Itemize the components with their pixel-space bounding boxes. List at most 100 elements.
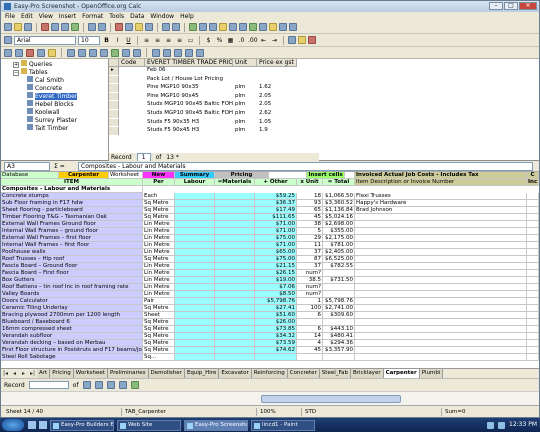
invoice-cell[interactable] bbox=[355, 235, 527, 242]
invoice-cell[interactable] bbox=[355, 326, 527, 333]
redo-icon[interactable] bbox=[172, 23, 180, 31]
other-cell[interactable]: $34.32 bbox=[255, 333, 297, 340]
invoice-cell[interactable] bbox=[355, 284, 527, 291]
grid-cell[interactable]: Studs F5 90x45 H3 bbox=[145, 127, 233, 135]
labour-cell[interactable] bbox=[175, 207, 215, 214]
other-cell[interactable]: $75.00 bbox=[255, 235, 297, 242]
decrease-indent-icon[interactable]: ⇤ bbox=[259, 36, 268, 45]
datasources-icon[interactable] bbox=[269, 23, 277, 31]
inc-cell[interactable] bbox=[527, 319, 539, 326]
other-cell[interactable] bbox=[255, 354, 297, 361]
sheet-tab[interactable]: Preliminaries bbox=[107, 369, 149, 378]
edit-file-icon[interactable] bbox=[41, 23, 49, 31]
total-cell[interactable] bbox=[323, 284, 355, 291]
invoice-cell[interactable] bbox=[355, 298, 527, 305]
labour-cell[interactable] bbox=[175, 235, 215, 242]
grid-cell[interactable] bbox=[119, 67, 145, 75]
draw-functions-icon[interactable] bbox=[229, 23, 237, 31]
item-cell[interactable]: Box Gutters bbox=[1, 277, 143, 284]
per-cell[interactable]: Lin Metre bbox=[143, 291, 175, 298]
grid-cell[interactable] bbox=[119, 76, 145, 84]
item-cell[interactable]: Concrete stumps bbox=[1, 193, 143, 200]
unit-cell[interactable] bbox=[297, 354, 323, 361]
total-cell[interactable]: $309.60 bbox=[323, 312, 355, 319]
name-box[interactable]: A3 bbox=[4, 161, 50, 171]
other-cell[interactable]: $51.60 bbox=[255, 312, 297, 319]
per-cell[interactable]: Lin Metre bbox=[143, 277, 175, 284]
standard-format-icon[interactable]: ▦ bbox=[226, 36, 235, 45]
item-cell[interactable]: Sub Floor framing in F17 hdw bbox=[1, 200, 143, 207]
tree-item-table[interactable]: Concrete bbox=[1, 84, 109, 92]
currency-format-icon[interactable]: $ bbox=[204, 36, 213, 45]
inc-cell[interactable] bbox=[527, 221, 539, 228]
invoice-cell[interactable] bbox=[355, 228, 527, 235]
menu-tools[interactable]: Tools bbox=[109, 13, 124, 20]
sheet-tab[interactable]: Pricing bbox=[50, 369, 74, 378]
per-cell[interactable]: Lin Metre bbox=[143, 235, 175, 242]
total-cell[interactable] bbox=[323, 270, 355, 277]
grid-cell[interactable] bbox=[233, 67, 257, 75]
total-cell[interactable] bbox=[323, 291, 355, 298]
invoice-cell[interactable] bbox=[355, 347, 527, 354]
unit-cell[interactable]: 18 bbox=[297, 193, 323, 200]
unit-cell[interactable]: 6 bbox=[297, 326, 323, 333]
inc-cell[interactable] bbox=[527, 326, 539, 333]
other-cell[interactable]: $26.00 bbox=[255, 319, 297, 326]
zoom-icon[interactable] bbox=[279, 23, 287, 31]
item-cell[interactable]: Internal Wall Frames – first floor bbox=[1, 242, 143, 249]
italic-icon[interactable]: I bbox=[113, 36, 122, 45]
item-cell[interactable]: Ceramic Tiling Underlay bbox=[1, 305, 143, 312]
db-sort-desc-icon[interactable] bbox=[100, 48, 108, 57]
total-cell[interactable]: $3,360.52 bbox=[323, 200, 355, 207]
grid-cell[interactable]: 1.05 bbox=[257, 119, 297, 127]
item-cell[interactable]: Bracing plywood 2700mm per 1200 length bbox=[1, 312, 143, 319]
minimize-button[interactable]: – bbox=[489, 2, 503, 10]
status-mode[interactable]: STD bbox=[301, 408, 316, 416]
grid-cell[interactable] bbox=[119, 119, 145, 127]
new-button[interactable]: New bbox=[143, 172, 175, 179]
menu-window[interactable]: Window bbox=[150, 13, 174, 20]
materials-cell[interactable] bbox=[215, 333, 255, 340]
item-cell[interactable]: Roof Battens – tin roof Inc in roof fram… bbox=[1, 284, 143, 291]
materials-cell[interactable] bbox=[215, 221, 255, 228]
invoice-cell[interactable] bbox=[355, 249, 527, 256]
other-cell[interactable]: $8.50 bbox=[255, 291, 297, 298]
grid-column-header[interactable]: Price ex gst bbox=[257, 59, 297, 67]
labour-cell[interactable] bbox=[175, 270, 215, 277]
db-find-icon[interactable] bbox=[78, 48, 86, 57]
other-cell[interactable]: $71.00 bbox=[255, 242, 297, 249]
menu-insert[interactable]: Insert bbox=[59, 13, 76, 20]
materials-cell[interactable] bbox=[215, 298, 255, 305]
volume-icon[interactable] bbox=[498, 421, 505, 429]
sheet-tab[interactable]: Bricklayer bbox=[351, 369, 384, 378]
total-cell[interactable]: $443.10 bbox=[323, 326, 355, 333]
db-data-to-text-icon[interactable] bbox=[152, 48, 160, 57]
quicklaunch-icon[interactable] bbox=[28, 421, 36, 429]
hyperlink-icon[interactable] bbox=[189, 23, 197, 31]
labour-cell[interactable] bbox=[175, 284, 215, 291]
per-cell[interactable]: Sq Metre bbox=[143, 214, 175, 221]
prev-sheet-icon[interactable]: ◂ bbox=[10, 370, 19, 378]
undo-icon[interactable] bbox=[162, 23, 170, 31]
labour-cell[interactable] bbox=[175, 298, 215, 305]
unit-cell[interactable]: 38 bbox=[297, 221, 323, 228]
grid-cell[interactable] bbox=[119, 101, 145, 109]
unit-cell[interactable]: 29 bbox=[297, 235, 323, 242]
materials-cell[interactable] bbox=[215, 340, 255, 347]
sheet-tab[interactable]: Carpenter bbox=[383, 369, 420, 378]
item-cell[interactable]: Fascia Board – First floor bbox=[1, 270, 143, 277]
other-cell[interactable]: $73.85 bbox=[255, 326, 297, 333]
form-first-record-icon[interactable] bbox=[82, 381, 91, 389]
per-cell[interactable]: Lin Metre bbox=[143, 284, 175, 291]
item-cell[interactable]: Verandah decking – based on Merbau bbox=[1, 340, 143, 347]
other-cell[interactable]: $5,798.76 bbox=[255, 298, 297, 305]
menu-help[interactable]: Help bbox=[180, 13, 194, 20]
unit-cell[interactable]: 37 bbox=[297, 249, 323, 256]
invoice-cell[interactable]: Flexi Trusses bbox=[355, 193, 527, 200]
invoice-cell[interactable] bbox=[355, 277, 527, 284]
invoice-cell[interactable] bbox=[355, 270, 527, 277]
per-cell[interactable]: Sq... bbox=[143, 354, 175, 361]
inc-cell[interactable] bbox=[527, 347, 539, 354]
other-cell[interactable]: $71.00 bbox=[255, 221, 297, 228]
db-standard-filter-icon[interactable] bbox=[122, 48, 130, 57]
